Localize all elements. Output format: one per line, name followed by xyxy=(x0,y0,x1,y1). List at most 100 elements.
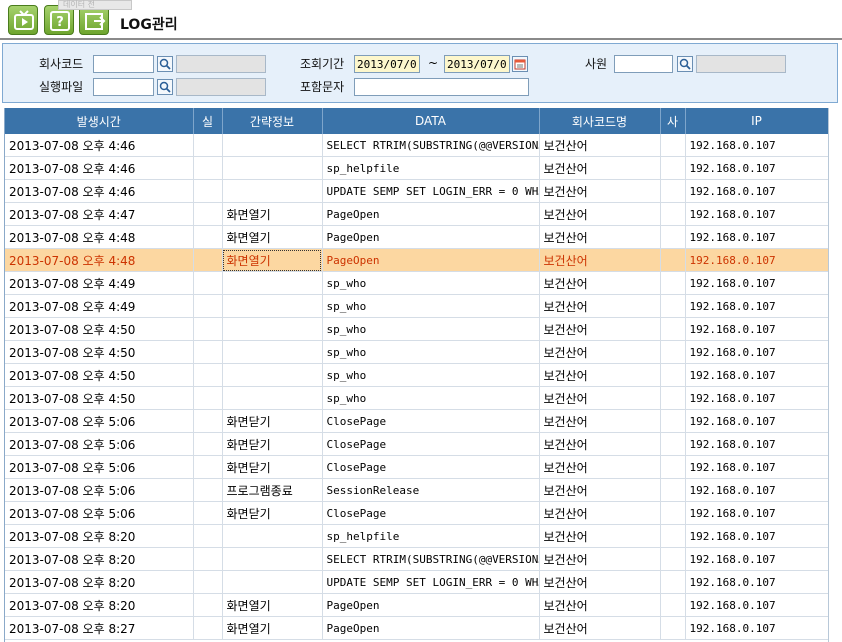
cell-ip[interactable]: 192.168.0.107 xyxy=(685,593,828,617)
employee-input[interactable] xyxy=(614,55,673,73)
cell-exec[interactable] xyxy=(193,455,223,479)
cell-summary[interactable] xyxy=(222,156,323,180)
cell-time[interactable]: 2013-07-08 오후 4:50 xyxy=(5,386,194,410)
cell-data[interactable]: PageOpen xyxy=(322,616,540,640)
cell-time[interactable]: 2013-07-08 오후 4:49 xyxy=(5,294,194,318)
cell-ip[interactable]: 192.168.0.107 xyxy=(685,455,828,479)
cell-time[interactable]: 2013-07-08 오후 8:27 xyxy=(5,616,194,640)
cell-ip[interactable]: 192.168.0.107 xyxy=(685,317,828,341)
cell-time[interactable]: 2013-07-08 오후 4:50 xyxy=(5,340,194,364)
cell-summary[interactable]: 화면열기 xyxy=(222,593,323,617)
cell-ip[interactable]: 192.168.0.107 xyxy=(685,156,828,180)
cell-time[interactable]: 2013-07-08 오후 4:50 xyxy=(5,363,194,387)
cell-time[interactable]: 2013-07-08 오후 4:47 xyxy=(5,202,194,226)
cell-exec[interactable] xyxy=(193,363,223,387)
table-row[interactable]: 2013-07-08 오후 8:20 화면열기 PageOpen 보건산어 192.16… xyxy=(5,593,828,617)
table-row[interactable]: 2013-07-08 오후 5:06 화면닫기 ClosePage 보건산어 192.1… xyxy=(5,409,828,433)
cell-data[interactable]: SELECT RTRIM(SUBSTRING(@@VERSION… xyxy=(322,547,540,571)
cell-data[interactable]: ClosePage xyxy=(322,409,540,433)
cell-ip[interactable]: 192.168.0.107 xyxy=(685,570,828,594)
cell-company[interactable]: 보건산어 xyxy=(539,156,661,180)
cell-employee[interactable] xyxy=(660,294,686,318)
table-row[interactable]: 2013-07-08 오후 4:46 SELECT RTRIM(SUBSTRING… xyxy=(5,134,828,157)
cell-data[interactable]: SELECT RTRIM(SUBSTRING(@@VERSION… xyxy=(322,134,540,157)
cell-exec[interactable] xyxy=(193,501,223,525)
cell-employee[interactable] xyxy=(660,409,686,433)
cell-data[interactable]: sp_who xyxy=(322,340,540,364)
cell-data[interactable]: sp_who xyxy=(322,363,540,387)
cell-exec[interactable] xyxy=(193,134,223,157)
cell-company[interactable]: 보건산어 xyxy=(539,616,661,640)
cell-exec[interactable] xyxy=(193,616,223,640)
table-row[interactable]: 2013-07-08 오후 4:47 화면열기 PageOpen 보건산어 192.16… xyxy=(5,202,828,226)
cell-company[interactable]: 보건산어 xyxy=(539,202,661,226)
table-row[interactable]: 2013-07-08 오후 8:20 SELECT RTRIM(SUBSTRING… xyxy=(5,547,828,571)
cell-company[interactable]: 보건산어 xyxy=(539,570,661,594)
cell-company[interactable]: 보건산어 xyxy=(539,524,661,548)
cell-summary[interactable] xyxy=(222,294,323,318)
cell-time[interactable]: 2013-07-08 오후 4:48 xyxy=(5,225,194,249)
cell-ip[interactable]: 192.168.0.107 xyxy=(685,202,828,226)
cell-exec[interactable] xyxy=(193,386,223,410)
cell-ip[interactable]: 192.168.0.107 xyxy=(685,248,828,272)
cell-summary[interactable] xyxy=(222,317,323,341)
cell-data[interactable]: PageOpen xyxy=(322,225,540,249)
cell-summary[interactable] xyxy=(222,340,323,364)
cell-ip[interactable]: 192.168.0.107 xyxy=(685,501,828,525)
table-row[interactable]: 2013-07-08 오후 4:49 sp_who 보건산어 192.168.0.10… xyxy=(5,271,828,295)
cell-company[interactable]: 보건산어 xyxy=(539,432,661,456)
cell-company[interactable]: 보건산어 xyxy=(539,547,661,571)
cell-data[interactable]: sp_who xyxy=(322,386,540,410)
table-row[interactable]: 2013-07-08 오후 4:48 화면열기 PageOpen 보건산어 192.16… xyxy=(5,248,828,272)
cell-employee[interactable] xyxy=(660,616,686,640)
cell-data[interactable]: SessionRelease xyxy=(322,478,540,502)
cell-summary[interactable] xyxy=(222,547,323,571)
cell-exec[interactable] xyxy=(193,225,223,249)
cell-time[interactable]: 2013-07-08 오후 4:46 xyxy=(5,134,194,157)
cell-employee[interactable] xyxy=(660,134,686,157)
table-row[interactable]: 2013-07-08 오후 4:50 sp_who 보건산어 192.168.0.10… xyxy=(5,386,828,410)
cell-time[interactable]: 2013-07-08 오후 4:50 xyxy=(5,317,194,341)
cell-employee[interactable] xyxy=(660,524,686,548)
column-header-data[interactable]: DATA xyxy=(322,108,540,134)
cell-summary[interactable]: 화면열기 xyxy=(222,202,323,226)
cell-time[interactable]: 2013-07-08 오후 4:46 xyxy=(5,179,194,203)
cell-summary[interactable] xyxy=(222,524,323,548)
cell-data[interactable]: sp_helpfile xyxy=(322,156,540,180)
cell-employee[interactable] xyxy=(660,432,686,456)
cell-summary[interactable] xyxy=(222,363,323,387)
cell-summary[interactable]: 화면열기 xyxy=(222,616,323,640)
cell-company[interactable]: 보건산어 xyxy=(539,386,661,410)
cell-time[interactable]: 2013-07-08 오후 4:46 xyxy=(5,156,194,180)
table-row[interactable]: 2013-07-08 오후 4:50 sp_who 보건산어 192.168.0.10… xyxy=(5,363,828,387)
calendar-button[interactable] xyxy=(512,56,528,72)
exec-file-search-button[interactable] xyxy=(157,79,173,95)
company-code-input[interactable] xyxy=(93,55,154,73)
cell-time[interactable]: 2013-07-08 오후 5:06 xyxy=(5,501,194,525)
column-header-ip[interactable]: IP xyxy=(685,108,828,134)
cell-ip[interactable]: 192.168.0.107 xyxy=(685,340,828,364)
cell-exec[interactable] xyxy=(193,570,223,594)
cell-time[interactable]: 2013-07-08 오후 8:20 xyxy=(5,570,194,594)
cell-exec[interactable] xyxy=(193,547,223,571)
cell-summary[interactable]: 화면열기 xyxy=(222,248,323,272)
column-header-summary[interactable]: 간략정보 xyxy=(222,108,323,134)
cell-data[interactable]: UPDATE SEMP SET LOGIN_ERR = 0 WH… xyxy=(322,570,540,594)
cell-summary[interactable] xyxy=(222,386,323,410)
table-row[interactable]: 2013-07-08 오후 5:06 화면닫기 ClosePage 보건산어 192.1… xyxy=(5,501,828,525)
column-header-time[interactable]: 발생시간 xyxy=(5,108,194,134)
table-row[interactable]: 2013-07-08 오후 4:48 화면열기 PageOpen 보건산어 192.16… xyxy=(5,225,828,249)
cell-company[interactable]: 보건산어 xyxy=(539,134,661,157)
cell-data[interactable]: PageOpen xyxy=(322,248,540,272)
cell-summary[interactable]: 프로그램종료 xyxy=(222,478,323,502)
cell-employee[interactable] xyxy=(660,156,686,180)
table-row[interactable]: 2013-07-08 오후 4:50 sp_who 보건산어 192.168.0.10… xyxy=(5,340,828,364)
cell-ip[interactable]: 192.168.0.107 xyxy=(685,616,828,640)
cell-company[interactable]: 보건산어 xyxy=(539,478,661,502)
cell-employee[interactable] xyxy=(660,248,686,272)
table-row[interactable]: 2013-07-08 오후 5:06 화면닫기 ClosePage 보건산어 192.1… xyxy=(5,455,828,479)
cell-data[interactable]: ClosePage xyxy=(322,432,540,456)
cell-company[interactable]: 보건산어 xyxy=(539,317,661,341)
cell-employee[interactable] xyxy=(660,478,686,502)
cell-summary[interactable] xyxy=(222,179,323,203)
